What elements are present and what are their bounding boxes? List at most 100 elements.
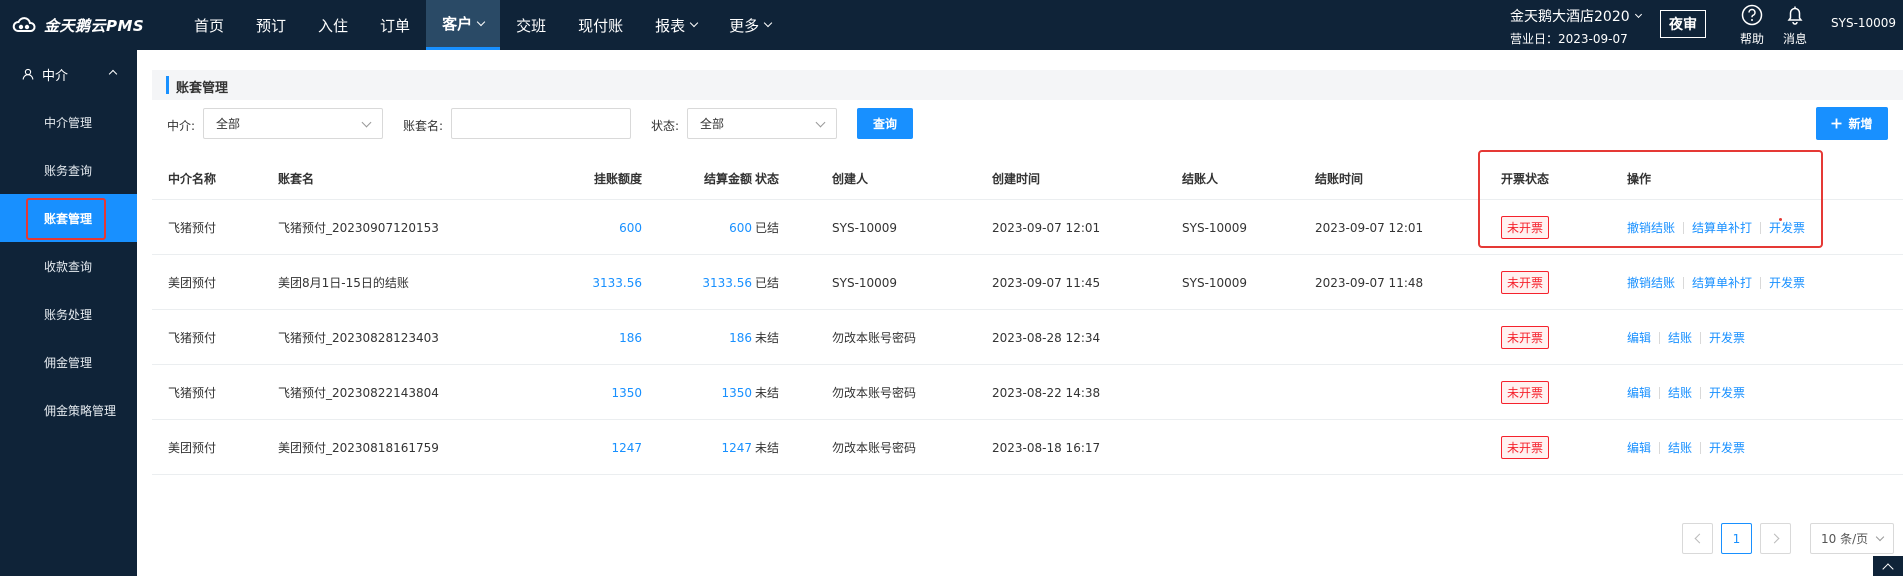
cell-settled-amount[interactable]: 1247: [652, 420, 752, 475]
sidebar-item-payment-query[interactable]: 收款查询: [0, 242, 137, 290]
page-size-select[interactable]: 10 条/页: [1810, 523, 1894, 554]
issue-invoice-link[interactable]: 开发票: [1709, 329, 1745, 346]
cell-settled-amount[interactable]: 186: [652, 310, 752, 365]
cell-settled-amount[interactable]: 1350: [652, 365, 752, 420]
cell-created-time: 2023-09-07 11:45: [992, 275, 1101, 290]
undo-settlement-link[interactable]: 撤销结账: [1627, 219, 1675, 236]
chevron-down-icon: [1875, 532, 1885, 542]
sidebar-item-agent-management[interactable]: 中介管理: [0, 98, 137, 146]
next-page-icon: [1769, 533, 1779, 544]
col-header-closed-time: 结账时间: [1315, 172, 1364, 186]
sidebar-item-account-query[interactable]: 账务查询: [0, 146, 137, 194]
page-size-value: 10 条/页: [1821, 532, 1869, 546]
invoice-status-badge: 未开票: [1501, 216, 1550, 239]
chevron-down-icon: [361, 117, 372, 128]
issue-invoice-link[interactable]: 开发票: [1769, 219, 1805, 236]
cell-account-name: 飞猪预付_20230822143804: [278, 386, 439, 400]
sidebar-item-commission-strategy[interactable]: 佣金策略管理: [0, 386, 137, 434]
query-button[interactable]: 查询: [857, 108, 913, 139]
edit-link[interactable]: 编辑: [1627, 329, 1651, 346]
nav-label: 更多: [729, 16, 760, 35]
chevron-down-icon: [815, 117, 826, 128]
cell-created-time: 2023-08-22 14:38: [992, 385, 1101, 400]
cell-closer: SYS-10009: [1182, 275, 1248, 290]
agent-select[interactable]: 全部: [203, 108, 383, 139]
sidebar-item-account-processing[interactable]: 账务处理: [0, 290, 137, 338]
chevron-down-icon: [689, 18, 699, 28]
cell-credit-limit[interactable]: 1350: [542, 365, 642, 420]
nav-home[interactable]: 首页: [178, 0, 240, 50]
issue-invoice-link[interactable]: 开发票: [1709, 384, 1745, 401]
invoice-status-badge: 未开票: [1501, 381, 1550, 404]
settle-link[interactable]: 结账: [1668, 384, 1692, 401]
nav-reservation[interactable]: 预订: [240, 0, 302, 50]
status-filter-label: 状态:: [651, 119, 680, 133]
nav-customers[interactable]: 客户: [426, 0, 501, 50]
main-nav: 首页 预订 入住 订单 客户 交班 现付账 报表 更多: [178, 0, 787, 50]
cell-settled-amount[interactable]: 600: [652, 200, 752, 255]
nav-reports[interactable]: 报表: [639, 0, 713, 50]
cell-created-time: 2023-09-07 12:01: [992, 220, 1101, 235]
reprint-statement-link[interactable]: 结算单补打: [1692, 219, 1752, 236]
cell-credit-limit[interactable]: 1247: [542, 420, 642, 475]
back-to-top-button[interactable]: [1873, 556, 1903, 576]
cell-agent: 飞猪预付: [168, 221, 217, 235]
back-to-top-icon: [1882, 562, 1894, 575]
cell-credit-limit[interactable]: 186: [542, 310, 642, 365]
col-header-status: 状态: [755, 172, 780, 186]
table-row: 美团预付 美团8月1日-15日的结账 3133.56 3133.56 已结 SY…: [152, 254, 1903, 309]
page-number-button[interactable]: 1: [1721, 523, 1752, 554]
account-name-input[interactable]: [451, 108, 631, 139]
cell-creator: SYS-10009: [832, 275, 898, 290]
cell-credit-limit[interactable]: 3133.56: [542, 255, 642, 310]
page-header: 账套管理: [152, 70, 1903, 100]
sidebar-item-commission-management[interactable]: 佣金管理: [0, 338, 137, 386]
nav-label: 交班: [516, 16, 547, 35]
cell-closer: SYS-10009: [1182, 220, 1248, 235]
settle-link[interactable]: 结账: [1668, 439, 1692, 456]
current-user[interactable]: SYS-10009: [1831, 16, 1896, 30]
row-actions: 编辑 结账 开发票: [1627, 420, 1745, 475]
business-day: 营业日：2023-09-07: [1510, 32, 1628, 46]
hotel-name: 金天鹅大酒店2020: [1510, 9, 1630, 25]
undo-settlement-link[interactable]: 撤销结账: [1627, 274, 1675, 291]
col-header-invoice-status: 开票状态: [1501, 172, 1550, 186]
cell-agent: 美团预付: [168, 276, 217, 290]
prev-page-button[interactable]: [1682, 523, 1713, 554]
issue-invoice-link[interactable]: 开发票: [1709, 439, 1745, 456]
cell-agent: 美团预付: [168, 441, 217, 455]
next-page-button[interactable]: [1760, 523, 1791, 554]
cell-settled-amount[interactable]: 3133.56: [652, 255, 752, 310]
edit-link[interactable]: 编辑: [1627, 384, 1651, 401]
hotel-switcher[interactable]: 金天鹅大酒店2020 营业日：2023-09-07: [1510, 6, 1642, 47]
nav-orders[interactable]: 订单: [364, 0, 426, 50]
sidebar-item-account-set-management[interactable]: 账套管理: [0, 194, 137, 242]
status-select-value: 全部: [700, 117, 725, 131]
row-actions: 编辑 结账 开发票: [1627, 310, 1745, 365]
nav-label: 现付账: [578, 16, 624, 35]
nav-cash-account[interactable]: 现付账: [562, 0, 639, 50]
night-audit-button[interactable]: 夜审: [1660, 10, 1706, 38]
settle-link[interactable]: 结账: [1668, 329, 1692, 346]
nav-checkin[interactable]: 入住: [302, 0, 364, 50]
help-button[interactable]: 帮助: [1740, 4, 1764, 47]
cell-created-time: 2023-08-18 16:17: [992, 440, 1101, 455]
cell-credit-limit[interactable]: 600: [542, 200, 642, 255]
nav-more[interactable]: 更多: [713, 0, 787, 50]
current-page-number: 1: [1732, 531, 1741, 546]
cell-status: 已结: [755, 221, 780, 235]
cell-closed-time: 2023-09-07 11:48: [1315, 275, 1424, 290]
issue-invoice-link[interactable]: 开发票: [1769, 274, 1805, 291]
reprint-statement-link[interactable]: 结算单补打: [1692, 274, 1752, 291]
edit-link[interactable]: 编辑: [1627, 439, 1651, 456]
app-logo[interactable]: 金天鹅云PMS: [12, 14, 144, 36]
nav-label: 订单: [380, 16, 411, 35]
app-logo-text: 金天鹅云PMS: [44, 16, 145, 35]
status-select[interactable]: 全部: [687, 108, 837, 139]
nav-shift[interactable]: 交班: [500, 0, 562, 50]
chevron-down-icon: [476, 17, 486, 26]
sidebar-group-agent[interactable]: 中介: [0, 50, 137, 98]
agent-filter-label: 中介:: [167, 119, 196, 133]
messages-button[interactable]: 消息: [1783, 4, 1807, 47]
add-button[interactable]: 新增: [1816, 107, 1888, 140]
